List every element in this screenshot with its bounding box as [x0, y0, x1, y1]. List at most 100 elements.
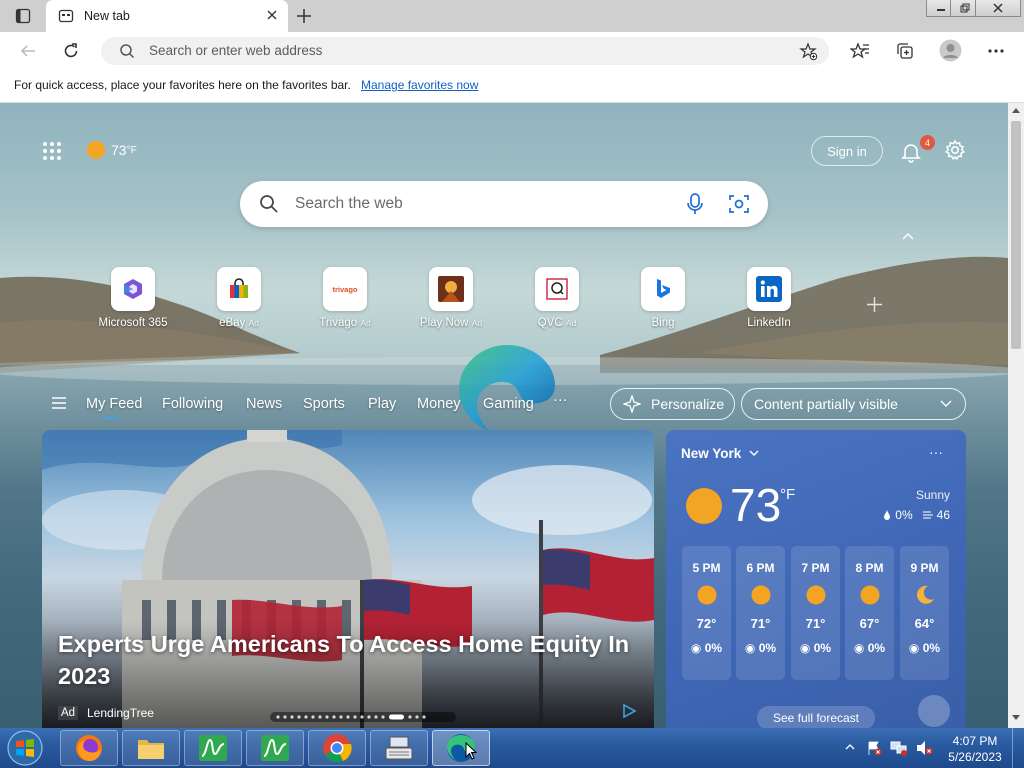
weather-more-options-icon[interactable]: ···: [929, 444, 943, 460]
refresh-icon[interactable]: [62, 42, 80, 60]
scrollbar-thumb[interactable]: [1011, 121, 1021, 349]
settings-more-icon[interactable]: [986, 41, 1006, 61]
sign-in-button[interactable]: Sign in: [811, 136, 883, 166]
show-hidden-icons-chevron-icon[interactable]: [845, 743, 855, 750]
carousel-pagination[interactable]: [270, 712, 456, 722]
weather-card[interactable]: New York ··· 73 °F Sunny 0% 46 5 PM 72° …: [666, 430, 966, 730]
search-icon: [119, 43, 135, 59]
vertical-scrollbar[interactable]: [1008, 103, 1024, 728]
adchoices-icon[interactable]: [621, 703, 637, 719]
tab-sports[interactable]: Sports: [303, 396, 345, 412]
personalize-label: Personalize: [651, 396, 725, 412]
hourly-forecast-item: 5 PM 72° ◉ 0%: [682, 546, 731, 680]
quick-link-qvc[interactable]: [535, 267, 579, 311]
quick-link-play-now[interactable]: [429, 267, 473, 311]
system-clock[interactable]: 4:07 PM 5/26/2023: [944, 733, 1006, 765]
page-settings-gear-icon[interactable]: [944, 139, 966, 161]
taskbar-file-explorer[interactable]: [122, 730, 180, 766]
hourly-precip: ◉ 0%: [744, 641, 777, 655]
clock-time: 4:07 PM: [952, 734, 998, 748]
weather-unit: °F: [126, 144, 137, 156]
search-placeholder: Search the web: [295, 195, 403, 212]
quick-link-linkedin[interactable]: [747, 267, 791, 311]
weather-temp: 73: [111, 142, 127, 158]
quick-link-label: Bing: [651, 317, 675, 329]
weather-widget[interactable]: 73 °F: [86, 140, 137, 160]
profile-avatar[interactable]: [939, 39, 962, 62]
quick-link-bing[interactable]: [641, 267, 685, 311]
tab-news[interactable]: News: [246, 396, 282, 412]
tab-money[interactable]: Money: [417, 396, 461, 412]
weather-big-unit: °F: [780, 486, 796, 503]
ad-badge: Ad: [58, 706, 79, 720]
quick-link-ebay[interactable]: [217, 267, 261, 311]
see-full-forecast-button[interactable]: See full forecast: [757, 706, 875, 730]
quick-link-trivago[interactable]: trivago: [323, 267, 367, 311]
quick-link-microsoft-365[interactable]: [111, 267, 155, 311]
green-chart-app-icon: [260, 734, 290, 762]
tab-following[interactable]: Following: [162, 396, 223, 412]
start-button[interactable]: [5, 729, 45, 767]
scroll-down-arrow-icon[interactable]: [1012, 715, 1020, 721]
tab-gaming[interactable]: Gaming: [483, 396, 534, 412]
taskbar-edge-active[interactable]: [432, 730, 490, 766]
show-desktop-button[interactable]: [1012, 728, 1024, 768]
hero-news-card[interactable]: Experts Urge Americans To Access Home Eq…: [42, 430, 654, 728]
feed-menu-icon[interactable]: [52, 397, 66, 409]
tab-play[interactable]: Play: [368, 396, 396, 412]
sun-icon: [751, 585, 771, 605]
hero-headline[interactable]: Experts Urge Americans To Access Home Eq…: [58, 628, 638, 692]
tab-my-feed[interactable]: My Feed: [86, 396, 142, 412]
more-tabs-button[interactable]: ···: [553, 392, 568, 408]
sun-icon: [86, 140, 106, 160]
close-window-button[interactable]: [975, 0, 1021, 17]
sun-icon: [806, 585, 826, 605]
scroll-up-arrow-icon[interactable]: [1012, 107, 1020, 113]
volume-muted-icon[interactable]: [915, 740, 933, 756]
favorites-icon[interactable]: [850, 41, 870, 61]
visual-search-icon[interactable]: [729, 194, 749, 214]
chevron-down-icon: [940, 400, 952, 408]
hourly-precip: ◉ 0%: [799, 641, 832, 655]
weather-big-temp: 73: [730, 479, 782, 531]
hourly-forecast-item: 6 PM 71° ◉ 0%: [736, 546, 785, 680]
new-tab-button[interactable]: [295, 7, 313, 25]
taskbar: [0, 728, 1024, 768]
qvc-logo-icon: [535, 267, 579, 311]
apps-launcher-icon[interactable]: [42, 141, 62, 161]
taskbar-app-green-1[interactable]: [184, 730, 242, 766]
tab-actions-icon[interactable]: [15, 8, 31, 24]
back-arrow-icon[interactable]: [19, 42, 37, 60]
droplet-icon: ◉: [853, 641, 865, 655]
sun-icon: [685, 487, 723, 525]
firefox-icon: [75, 734, 103, 762]
weather-map-thumbnail[interactable]: [918, 695, 950, 727]
sun-icon: [860, 585, 880, 605]
web-search-box[interactable]: Search the web: [240, 181, 768, 227]
microphone-icon[interactable]: [685, 193, 705, 215]
personalize-button[interactable]: Personalize: [610, 388, 735, 420]
droplet-icon: ◉: [744, 641, 756, 655]
add-favorite-icon[interactable]: [799, 42, 818, 61]
action-center-flag-icon[interactable]: [866, 740, 882, 756]
manage-favorites-link[interactable]: Manage favorites now: [361, 78, 478, 92]
tab-title: New tab: [84, 9, 130, 23]
moon-icon: [915, 585, 935, 605]
taskbar-firefox[interactable]: [60, 730, 118, 766]
network-icon[interactable]: [890, 740, 908, 756]
tab-new-tab[interactable]: New tab: [46, 0, 288, 32]
taskbar-app-green-2[interactable]: [246, 730, 304, 766]
weather-location[interactable]: New York: [681, 446, 759, 461]
personalize-sparkle-icon: [623, 395, 641, 413]
taskbar-chrome[interactable]: [308, 730, 366, 766]
close-tab-icon[interactable]: [266, 9, 278, 21]
collections-icon[interactable]: [895, 41, 915, 61]
address-bar[interactable]: Search or enter web address: [101, 37, 829, 65]
collapse-chevron-icon[interactable]: [901, 231, 915, 241]
quick-link-label: eBay Ad: [219, 317, 259, 329]
content-visibility-dropdown[interactable]: Content partially visible: [741, 388, 966, 420]
taskbar-on-screen-keyboard[interactable]: [370, 730, 428, 766]
quick-link-label: QVC Ad: [537, 317, 577, 329]
tab-strip: New tab: [0, 0, 1024, 32]
add-quick-link-icon[interactable]: [866, 296, 883, 313]
